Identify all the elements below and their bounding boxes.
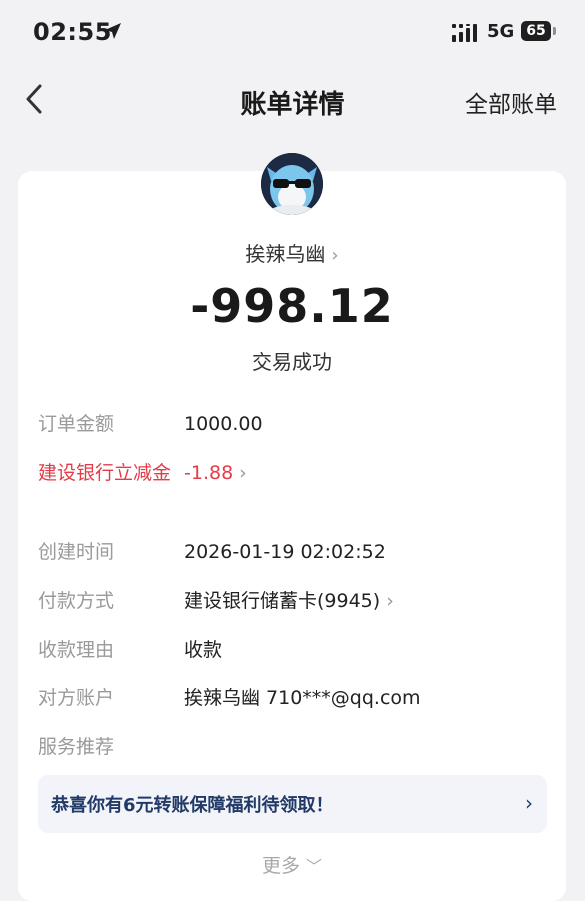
chevron-right-icon: ›	[239, 462, 247, 484]
location-arrow-icon	[105, 23, 121, 39]
battery-nub	[553, 27, 556, 35]
avatar[interactable]	[261, 153, 323, 215]
row-value: 1000.00	[184, 413, 263, 435]
row-label: 建设银行立减金	[38, 462, 172, 484]
row-value: 2026-01-19 02:02:52	[184, 541, 386, 563]
chevron-right-icon: ›	[331, 245, 339, 266]
more-label: 更多	[261, 855, 300, 877]
promo-banner[interactable]: 恭喜你有6元转账保障福利待领取！ ›	[38, 775, 547, 833]
network-label: 5G	[487, 21, 515, 42]
row-label: 服务推荐	[38, 736, 115, 758]
discount-value: -1.88	[184, 462, 234, 484]
signal-icon	[452, 24, 477, 42]
chevron-right-icon: ›	[525, 791, 533, 815]
nav-bar: 账单详情 全部账单	[0, 64, 585, 134]
transaction-status: 交易成功	[252, 350, 332, 374]
battery-icon: 65	[521, 21, 551, 41]
transaction-amount: -998.12	[190, 279, 394, 333]
more-button[interactable]: 更多 ﹀	[18, 851, 566, 878]
status-bar: 02:55 5G 65	[0, 0, 585, 64]
row-value: 建设银行储蓄卡(9945) ›	[184, 586, 394, 616]
all-bills-link[interactable]: 全部账单	[465, 85, 557, 119]
payee-name-link[interactable]: 挨辣乌幽 ›	[18, 238, 566, 267]
payment-method-value: 建设银行储蓄卡(9945)	[184, 590, 381, 612]
row-value: -1.88 ›	[184, 458, 247, 488]
row-label: 对方账户	[38, 687, 115, 709]
chevron-right-icon: ›	[386, 590, 394, 612]
status-time: 02:55	[33, 18, 112, 46]
row-label: 订单金额	[38, 413, 115, 435]
bill-detail-card: 挨辣乌幽 › -998.12 交易成功 订单金额 1000.00 建设银行立减金 …	[18, 153, 566, 901]
row-label: 收款理由	[38, 639, 115, 661]
payee-name: 挨辣乌幽	[245, 242, 326, 266]
row-label: 创建时间	[38, 541, 115, 563]
chevron-down-icon: ﹀	[306, 857, 323, 876]
row-value: 收款	[184, 639, 223, 661]
promo-text: 恭喜你有6元转账保障福利待领取！	[51, 795, 334, 816]
row-value: 挨辣乌幽 710***@qq.com	[184, 687, 421, 709]
row-label: 付款方式	[38, 590, 115, 612]
